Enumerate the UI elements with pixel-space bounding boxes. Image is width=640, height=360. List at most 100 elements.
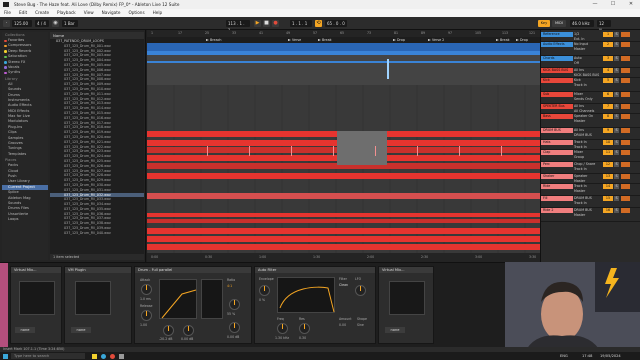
res-knob[interactable] — [299, 323, 310, 334]
device-vm-plugin[interactable]: VM Plugin none — [64, 266, 132, 344]
track-activator-button[interactable]: 15 — [603, 196, 613, 201]
track-name[interactable]: Clap — [541, 150, 573, 155]
track-name[interactable]: Reference — [541, 32, 573, 37]
track-lanes[interactable] — [147, 43, 540, 253]
arm-button[interactable] — [621, 208, 630, 213]
song-position-field[interactable]: 113 . 1 . 1 — [226, 20, 250, 33]
menu-create[interactable]: Create — [31, 9, 53, 17]
envelope-knob[interactable] — [259, 285, 270, 296]
output-routing[interactable]: Group — [574, 155, 602, 160]
track-clip[interactable] — [147, 173, 540, 179]
arrangement-view[interactable]: 1 17 25 33 41 49 57 65 73 81 89 97 105 113 121 Breach V… — [147, 30, 540, 262]
solo-button[interactable]: S — [614, 92, 619, 97]
track-activator-button[interactable]: 7 — [603, 104, 613, 109]
solo-button[interactable]: S — [614, 68, 619, 73]
arm-button[interactable] — [621, 32, 630, 37]
output-routing[interactable]: Master — [574, 119, 602, 124]
file-item[interactable]: 037_125_Drum_Fill_040.wav — [50, 231, 144, 236]
solo-button[interactable]: S — [614, 208, 619, 213]
solo-button[interactable]: S — [614, 42, 619, 47]
quantize-menu[interactable]: 1 Bar — [62, 20, 78, 27]
arm-button[interactable] — [621, 78, 630, 83]
lfo-knob[interactable] — [355, 285, 366, 296]
track-name[interactable]: Ride 2 — [541, 208, 573, 213]
solo-button[interactable]: S — [614, 184, 619, 189]
track-name[interactable]: Bass — [541, 114, 573, 119]
transient-marker[interactable] — [417, 146, 418, 156]
track-header[interactable]: Shaker Speaker Master 13 S — [541, 174, 640, 184]
transient-marker[interactable] — [375, 146, 376, 156]
automation-line[interactable] — [147, 61, 540, 63]
track-clip[interactable] — [147, 213, 540, 217]
output-routing[interactable]: Track In — [574, 167, 602, 172]
dry-wet-knob[interactable] — [229, 299, 240, 310]
track-name[interactable]: Shaker — [541, 174, 573, 179]
output-routing[interactable]: Track In — [574, 201, 602, 206]
transient-marker[interactable] — [249, 146, 250, 156]
solo-button[interactable]: S — [614, 174, 619, 179]
track-name[interactable]: Kick — [541, 78, 573, 83]
collection-item[interactable]: Synths — [2, 70, 48, 75]
track-header[interactable]: Ride Track In Master 14 S — [541, 184, 640, 196]
clock-time[interactable]: 17:48 — [582, 352, 592, 360]
solo-button[interactable]: S — [614, 56, 619, 61]
track-header[interactable]: DRUM BUS All Ins DRUM BUS 9 S — [541, 128, 640, 140]
attack-knob[interactable] — [141, 284, 152, 295]
places-item[interactable]: Loops — [2, 217, 48, 222]
track-name[interactable]: Hats — [541, 140, 573, 145]
threshold-knob[interactable] — [163, 325, 174, 336]
clock-date[interactable]: 19/05/2024 — [600, 352, 621, 360]
solo-button[interactable]: S — [614, 140, 619, 145]
output-routing[interactable]: Sends Only — [574, 97, 602, 102]
tap-tempo-button[interactable]: · — [3, 20, 10, 27]
track-activator-button[interactable]: 6 — [603, 92, 613, 97]
loop-icon[interactable]: ⟲ — [315, 20, 322, 27]
device-compressor[interactable]: Drum - Full parallel Attack 1.0 ms Relea… — [134, 266, 252, 344]
solo-button[interactable]: S — [614, 196, 619, 201]
plugin-button[interactable]: none — [71, 327, 91, 333]
device-auto-filter[interactable]: Auto Filter Envelope 0 % Filter Clean LF… — [254, 266, 376, 344]
track-name[interactable]: DRUM BUS — [541, 128, 573, 133]
arm-button[interactable] — [621, 42, 630, 47]
track-clip[interactable] — [147, 236, 540, 242]
arm-button[interactable] — [621, 128, 630, 133]
track-header[interactable]: Kick Kick Track In 5 S — [541, 78, 640, 92]
track-name[interactable]: Sub — [541, 92, 573, 97]
ratio-value[interactable]: 4:1 — [227, 284, 232, 288]
track-activator-button[interactable]: 16 — [603, 208, 613, 213]
solo-button[interactable]: S — [614, 150, 619, 155]
output-routing[interactable]: Master — [574, 213, 602, 218]
menu-playback[interactable]: Playback — [53, 9, 80, 17]
track-activator-button[interactable]: 4 — [603, 68, 613, 73]
output-routing[interactable]: DRUM BUS — [574, 133, 602, 138]
track-name[interactable]: Perc — [541, 162, 573, 167]
play-icon[interactable]: ▶ — [254, 20, 261, 27]
track-name[interactable]: Audio Effects — [541, 42, 573, 47]
menu-options[interactable]: Options — [124, 9, 148, 17]
arm-button[interactable] — [621, 162, 630, 167]
name-column-header[interactable]: Name — [50, 32, 144, 39]
stop-icon[interactable]: ■ — [263, 20, 270, 27]
metronome-icon[interactable]: ◉ — [52, 20, 59, 27]
transient-marker[interactable] — [207, 146, 208, 156]
track-clip[interactable] — [147, 228, 540, 234]
solo-button[interactable]: S — [614, 114, 619, 119]
filter-curve-display[interactable] — [277, 277, 335, 313]
audio-clip[interactable] — [147, 51, 540, 55]
menu-file[interactable]: File — [0, 9, 15, 17]
time-ruler[interactable]: 0:00 0:30 1:00 1:30 2:00 2:30 3:00 3:30 — [147, 253, 540, 262]
signature-field[interactable]: 4 / 4 — [35, 20, 49, 27]
plugin-button[interactable]: none — [15, 327, 35, 333]
track-activator-button[interactable]: 9 — [603, 128, 613, 133]
chrome-icon[interactable] — [110, 353, 115, 359]
track-header[interactable]: SPEKTER Bus All Ins All Channels 7 S — [541, 104, 640, 114]
midi-map-button[interactable]: MIDI — [552, 20, 566, 27]
track-header[interactable]: Hats Track In Track In 10 S — [541, 140, 640, 150]
track-activator-button[interactable]: 11 — [603, 150, 613, 155]
release-knob[interactable] — [141, 310, 152, 321]
output-knob[interactable] — [229, 322, 240, 333]
key-map-button[interactable]: Key — [538, 20, 550, 27]
track-header[interactable]: Reference 1/2 Ext. In 1 S — [541, 32, 640, 42]
arm-button[interactable] — [621, 56, 630, 61]
muted-clip-region[interactable] — [337, 131, 387, 165]
